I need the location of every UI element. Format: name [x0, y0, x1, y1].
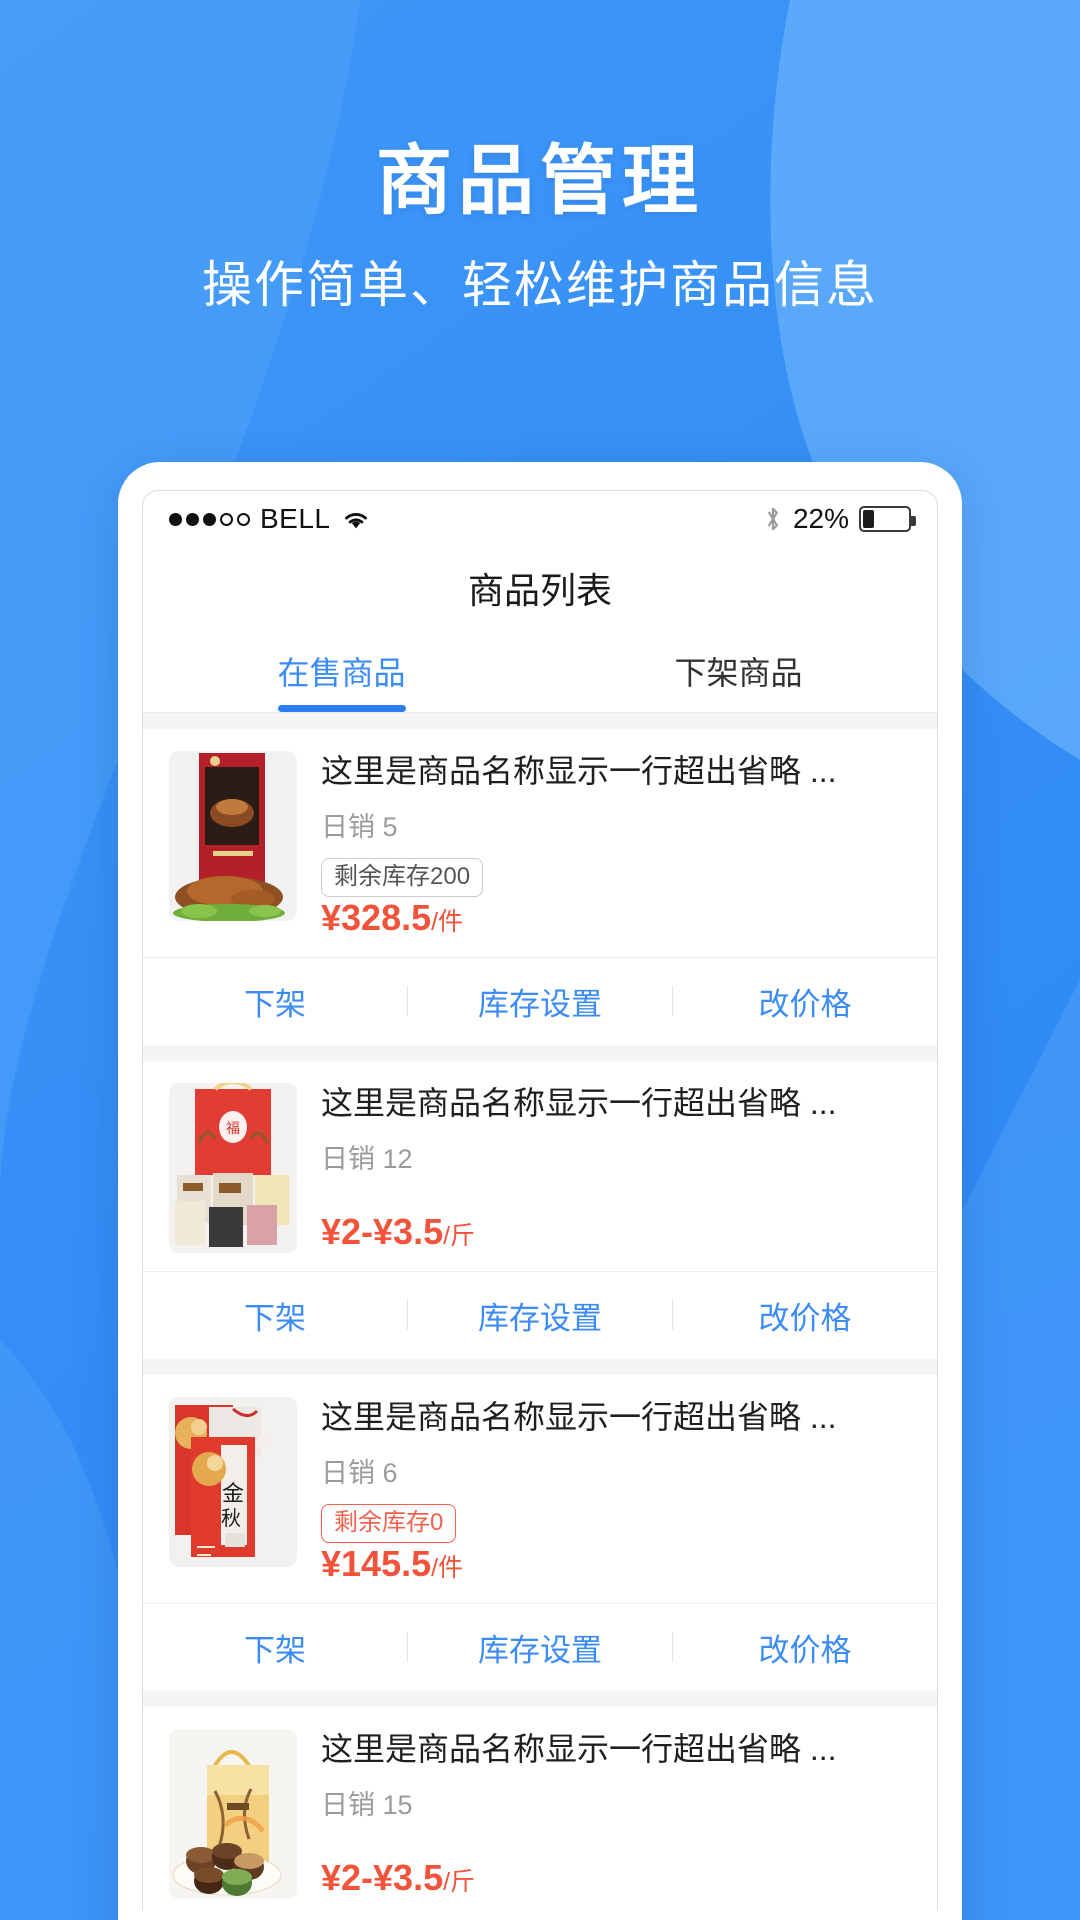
product-card[interactable]: 福 这里是商品名称显示一行超出省略 ... 日销 12 ¥2-¥3.5/斤 下架…: [143, 1060, 937, 1359]
product-price-value: ¥145.5: [321, 1542, 432, 1584]
product-price: ¥328.5/件: [321, 897, 911, 939]
product-price-value: ¥2-¥3.5: [321, 1856, 444, 1898]
svg-text:秋: 秋: [221, 1507, 241, 1530]
svg-text:福: 福: [226, 1120, 240, 1136]
tab-on-sale[interactable]: 在售商品: [143, 629, 540, 712]
product-name: 这里是商品名称显示一行超出省略 ...: [321, 753, 837, 789]
tab-off-shelf-label: 下架商品: [674, 654, 803, 691]
product-sales: 日销 15: [321, 1789, 413, 1820]
tab-off-shelf[interactable]: 下架商品: [540, 629, 937, 712]
product-sales: 日销 12: [321, 1143, 413, 1174]
stock-setting-button[interactable]: 库存设置: [408, 979, 672, 1024]
page-title: 商品管理: [376, 139, 704, 224]
offshelf-button[interactable]: 下架: [143, 1625, 407, 1670]
navbar: 商品列表: [143, 547, 937, 629]
carrier-label: BELL: [260, 503, 331, 534]
mid-autumn-gift-box-image: 金 秋: [169, 1396, 297, 1567]
battery-percent-label: 22%: [792, 503, 849, 534]
product-card[interactable]: 这里是商品名称显示一行超出省略 ... 日销 5 剩余库存200 ¥328.5/…: [143, 729, 937, 1045]
status-bar-right: 22%: [763, 503, 916, 535]
tab-on-sale-label: 在售商品: [277, 654, 406, 691]
offshelf-button[interactable]: 下架: [143, 1293, 407, 1338]
bluetooth-icon: [763, 505, 783, 533]
product-card-body: 这里是商品名称显示一行超出省略 ... 日销 15 ¥2-¥3.5/斤: [143, 1707, 937, 1910]
svg-text:金: 金: [222, 1481, 244, 1506]
product-card-body: 金 秋 这里是商品名称显示一行超出省略 ... 日销 6 剩余库存0 ¥145.…: [143, 1375, 937, 1603]
tab-bar: 在售商品 下架商品: [143, 629, 937, 713]
status-bar: BELL 22%: [143, 491, 937, 547]
list-gap: [143, 1358, 937, 1375]
product-card[interactable]: 这里是商品名称显示一行超出省略 ... 日销 15 ¥2-¥3.5/斤: [143, 1706, 937, 1910]
list-gap: [143, 1690, 937, 1707]
stock-badge: 剩余库存0: [321, 1503, 457, 1543]
stock-setting-button[interactable]: 库存设置: [408, 1293, 672, 1338]
product-name: 这里是商品名称显示一行超出省略 ...: [321, 1730, 837, 1767]
product-info: 这里是商品名称显示一行超出省略 ... 日销 5 剩余库存200 ¥328.5/…: [297, 751, 911, 939]
product-name: 这里是商品名称显示一行超出省略 ...: [321, 1084, 837, 1121]
wifi-icon: [341, 507, 371, 531]
product-actions: 下架 库存设置 改价格: [143, 956, 937, 1045]
product-list: 这里是商品名称显示一行超出省略 ... 日销 5 剩余库存200 ¥328.5/…: [143, 713, 937, 1910]
product-price: ¥2-¥3.5/斤: [321, 1211, 911, 1253]
product-price-unit: /斤: [443, 1221, 476, 1250]
product-card[interactable]: 金 秋 这里是商品名称显示一行超出省略 ... 日销 6 剩余库存0 ¥145.…: [143, 1374, 937, 1691]
product-card-body: 这里是商品名称显示一行超出省略 ... 日销 5 剩余库存200 ¥328.5/…: [143, 729, 937, 957]
list-gap: [143, 1044, 937, 1061]
stock-setting-button[interactable]: 库存设置: [408, 1625, 672, 1670]
battery-icon: [859, 506, 916, 532]
list-gap: [143, 713, 937, 729]
product-info: 这里是商品名称显示一行超出省略 ... 日销 12 ¥2-¥3.5/斤: [297, 1083, 911, 1253]
page-subtitle: 操作简单、轻松维护商品信息: [202, 257, 878, 314]
change-price-button[interactable]: 改价格: [673, 979, 937, 1024]
product-price-value: ¥328.5: [321, 896, 432, 938]
phone-mockup: BELL 22% 商品列表 在售商品 下架商品 这里是商品名称显示一行超出省略 …: [118, 462, 962, 1920]
product-sales: 日销 5: [321, 812, 398, 842]
product-price: ¥2-¥3.5/斤: [321, 1857, 911, 1899]
product-info: 这里是商品名称显示一行超出省略 ... 日销 15 ¥2-¥3.5/斤: [297, 1729, 911, 1899]
navbar-title: 商品列表: [467, 570, 612, 611]
change-price-button[interactable]: 改价格: [673, 1293, 937, 1338]
roast-duck-package-image: [169, 751, 297, 921]
product-price-unit: /件: [431, 907, 464, 936]
offshelf-button[interactable]: 下架: [143, 979, 407, 1024]
signal-strength-icon: [169, 512, 250, 526]
status-bar-left: BELL: [169, 503, 371, 535]
product-card-body: 福 这里是商品名称显示一行超出省略 ... 日销 12 ¥2-¥3.5/斤: [143, 1061, 937, 1271]
product-price-value: ¥2-¥3.5: [321, 1210, 444, 1252]
stock-badge: 剩余库存200: [321, 858, 484, 897]
product-price-unit: /斤: [443, 1867, 476, 1896]
hero-section: 商品管理 操作简单、轻松维护商品信息: [0, 0, 1080, 315]
product-actions: 下架 库存设置 改价格: [143, 1270, 937, 1359]
phone-screen: BELL 22% 商品列表 在售商品 下架商品 这里是商品名称显示一行超出省略 …: [142, 490, 938, 1910]
product-sales: 日销 6: [321, 1457, 398, 1488]
product-actions: 下架 库存设置 改价格: [143, 1602, 937, 1691]
product-price-unit: /件: [431, 1553, 464, 1582]
product-name: 这里是商品名称显示一行超出省略 ...: [321, 1398, 837, 1435]
chocolate-gift-bag-image: [169, 1728, 297, 1899]
tab-active-indicator: [277, 705, 406, 712]
red-gift-box-set-image: 福: [169, 1082, 297, 1253]
change-price-button[interactable]: 改价格: [673, 1625, 937, 1670]
product-price: ¥145.5/件: [321, 1543, 911, 1585]
product-info: 这里是商品名称显示一行超出省略 ... 日销 6 剩余库存0 ¥145.5/件: [297, 1397, 911, 1585]
